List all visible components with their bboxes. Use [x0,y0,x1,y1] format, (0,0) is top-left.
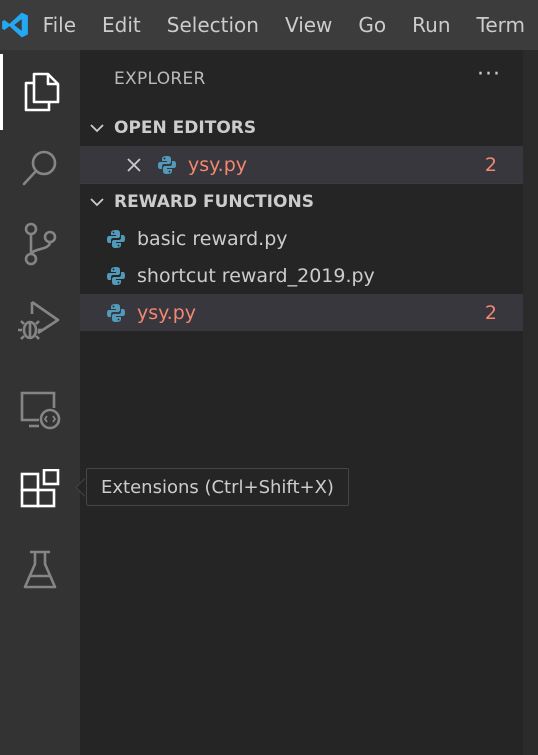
extensions-icon [19,469,61,511]
explorer-button[interactable] [0,54,80,130]
chevron-down-icon [80,123,114,133]
python-file-icon [105,228,127,250]
file-name: basic reward.py [137,227,288,250]
sidebar-header: EXPLORER ··· [80,50,523,108]
source-control-button[interactable] [0,206,80,282]
menu-view[interactable]: View [272,0,345,50]
open-editor-item[interactable]: ysy.py 2 [80,146,523,183]
close-icon[interactable] [123,154,145,176]
menu-file[interactable]: File [30,0,89,50]
workspace-section-header[interactable]: REWARD FUNCTIONS [80,183,523,220]
vscode-logo-icon [0,0,30,50]
python-file-icon [105,265,127,287]
extensions-button[interactable] [0,452,80,528]
file-name: ysy.py [137,301,197,324]
remote-explorer-button[interactable] [0,372,80,448]
file-item[interactable]: ysy.py 2 [80,294,523,331]
more-actions-button[interactable]: ··· [477,62,501,87]
menu-bar: File Edit Selection View Go Run Term [30,0,538,50]
python-file-icon [156,154,178,176]
title-bar: File Edit Selection View Go Run Term [0,0,538,50]
file-item[interactable]: shortcut reward_2019.py [80,257,523,294]
menu-go[interactable]: Go [345,0,399,50]
run-debug-button[interactable] [0,282,80,358]
activity-bar [0,50,80,755]
files-icon [23,71,61,113]
menu-terminal[interactable]: Term [464,0,538,50]
testing-flask-icon [22,549,58,591]
search-icon [20,148,60,188]
file-item[interactable]: basic reward.py [80,220,523,257]
open-editor-filename: ysy.py [188,153,248,176]
explorer-sidebar: EXPLORER ··· OPEN EDITORS ysy.py 2 REWAR… [80,50,523,755]
workspace-label: REWARD FUNCTIONS [114,191,314,212]
extensions-tooltip: Extensions (Ctrl+Shift+X) [86,468,349,506]
problem-count-badge: 2 [484,301,497,324]
chevron-down-icon [80,197,114,207]
sidebar-title: EXPLORER [114,69,206,89]
open-editors-label: OPEN EDITORS [114,117,257,138]
file-name: shortcut reward_2019.py [137,264,375,287]
open-editors-section-header[interactable]: OPEN EDITORS [80,109,523,146]
run-debug-icon [18,298,62,342]
problem-count-badge: 2 [484,153,497,176]
testing-button[interactable] [0,532,80,608]
menu-edit[interactable]: Edit [89,0,154,50]
remote-explorer-icon [19,390,61,430]
python-file-icon [105,302,127,324]
menu-run[interactable]: Run [399,0,463,50]
editor-edge [523,50,538,755]
search-button[interactable] [0,130,80,206]
source-control-icon [22,222,58,266]
menu-selection[interactable]: Selection [154,0,272,50]
